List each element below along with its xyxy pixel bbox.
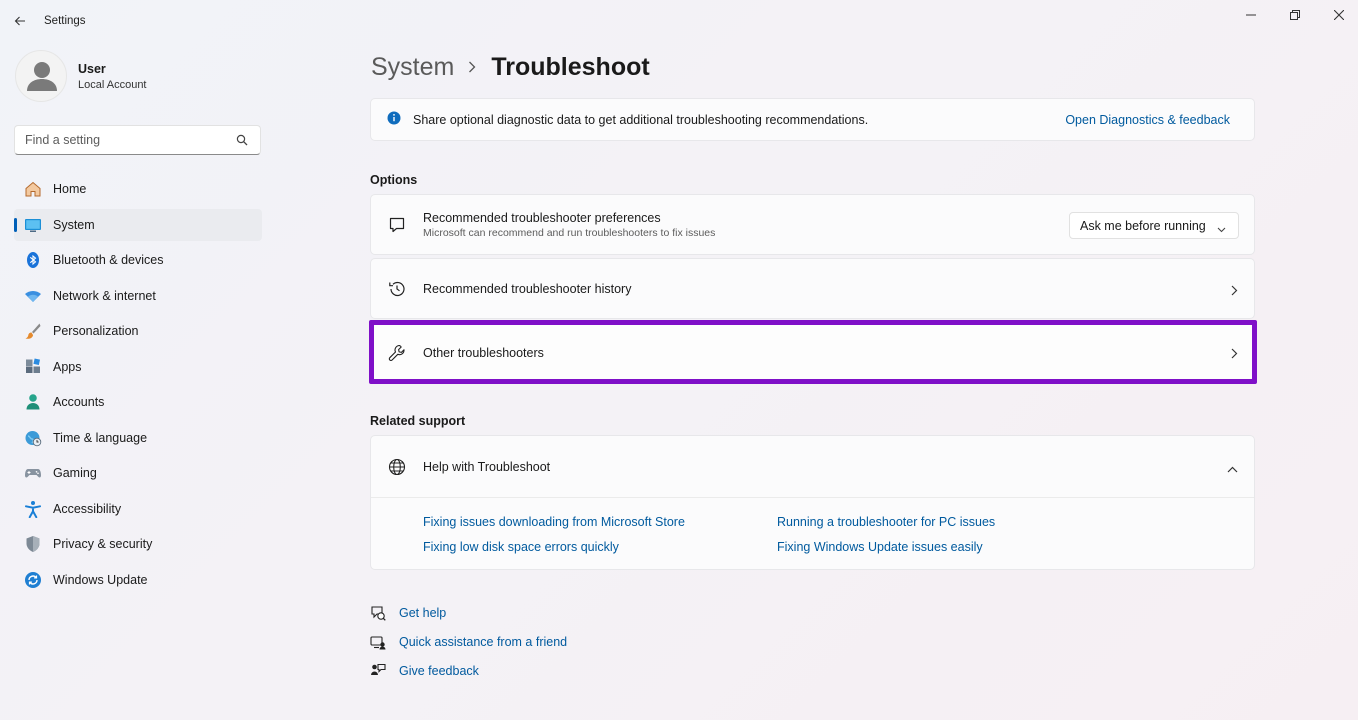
system-icon: [23, 215, 43, 235]
help-link-microsoft-store[interactable]: Fixing issues downloading from Microsoft…: [423, 515, 685, 529]
help-title: Help with Troubleshoot: [423, 459, 551, 474]
info-icon: [387, 111, 401, 128]
help-with-troubleshoot-header[interactable]: Help with Troubleshoot: [371, 436, 1254, 498]
chevron-down-icon: [1217, 222, 1226, 236]
dropdown-selected-value: Ask me before running: [1080, 218, 1206, 233]
banner-text: Share optional diagnostic data to get ad…: [413, 112, 869, 127]
app-title: Settings: [44, 15, 86, 27]
footer-links: Get help Quick assistance from a friend …: [370, 598, 567, 685]
other-troubleshooters-row[interactable]: Other troubleshooters: [370, 323, 1255, 380]
back-button[interactable]: [10, 11, 30, 31]
sidebar-item-accounts[interactable]: Accounts: [14, 386, 262, 418]
help-link-windows-update[interactable]: Fixing Windows Update issues easily: [777, 540, 983, 554]
close-icon: [1334, 10, 1344, 20]
restore-icon: [1290, 10, 1300, 20]
preferences-subtitle: Microsoft can recommend and run troubles…: [423, 227, 716, 239]
search-box[interactable]: [14, 125, 261, 155]
chevron-right-icon: [1231, 284, 1238, 299]
related-support-heading: Related support: [370, 414, 466, 428]
user-name: User: [78, 61, 106, 76]
maximize-button[interactable]: [1272, 0, 1318, 30]
accounts-icon: [23, 392, 43, 412]
search-icon[interactable]: [236, 134, 248, 149]
history-icon: [386, 278, 408, 300]
history-title: Recommended troubleshooter history: [423, 282, 632, 296]
search-input[interactable]: [25, 133, 225, 147]
sidebar-item-windows-update[interactable]: Windows Update: [14, 564, 262, 596]
open-diagnostics-link[interactable]: Open Diagnostics & feedback: [1065, 113, 1230, 127]
breadcrumb-system-link[interactable]: System: [371, 53, 454, 82]
sidebar-item-system[interactable]: System: [14, 208, 262, 241]
chevron-right-icon: [1231, 347, 1238, 362]
sidebar-item-bluetooth[interactable]: Bluetooth & devices: [14, 244, 262, 276]
sidebar-item-home[interactable]: Home: [14, 173, 262, 205]
home-icon: [23, 179, 43, 199]
sidebar-item-gaming[interactable]: Gaming: [14, 457, 262, 489]
user-avatar-icon: [27, 62, 57, 91]
minimize-icon: [1246, 14, 1256, 16]
sidebar-item-apps[interactable]: Apps: [14, 351, 262, 383]
chevron-up-icon[interactable]: [1227, 461, 1238, 476]
troubleshooter-preferences-card: Recommended troubleshooter preferences M…: [370, 194, 1255, 255]
user-profile[interactable]: User Local Account: [15, 50, 147, 102]
close-button[interactable]: [1316, 0, 1358, 30]
diagnostic-banner: Share optional diagnostic data to get ad…: [370, 98, 1255, 141]
quick-assist-icon: [370, 634, 386, 650]
quick-assist-link[interactable]: Quick assistance from a friend: [370, 627, 567, 656]
page-title: Troubleshoot: [491, 52, 650, 81]
chat-bubble-icon: [386, 214, 408, 236]
globe-icon: [386, 456, 408, 478]
options-heading: Options: [370, 173, 418, 187]
shield-icon: [23, 534, 43, 554]
title-bar: Settings: [0, 0, 1358, 42]
sidebar-item-time-language[interactable]: Time & language: [14, 422, 262, 454]
apps-icon: [23, 357, 43, 377]
brush-icon: [23, 321, 43, 341]
sidebar-item-personalization[interactable]: Personalization: [14, 315, 262, 347]
globe-clock-icon: [23, 428, 43, 448]
gamepad-icon: [23, 463, 43, 483]
troubleshooter-preference-dropdown[interactable]: Ask me before running: [1069, 212, 1239, 239]
account-type: Local Account: [78, 78, 147, 91]
preferences-title: Recommended troubleshooter preferences: [423, 211, 661, 225]
chevron-right-icon: [468, 61, 476, 73]
back-arrow-icon: [14, 16, 25, 26]
give-feedback-link[interactable]: Give feedback: [370, 656, 567, 685]
bluetooth-icon: [23, 250, 43, 270]
avatar: [15, 50, 67, 102]
minimize-button[interactable]: [1228, 0, 1274, 30]
help-link-disk-space[interactable]: Fixing low disk space errors quickly: [423, 540, 619, 554]
get-help-icon: [370, 605, 386, 621]
get-help-link[interactable]: Get help: [370, 598, 567, 627]
wifi-icon: [23, 286, 43, 306]
accessibility-icon: [23, 499, 43, 519]
help-with-troubleshoot-card: Help with Troubleshoot Fixing issues dow…: [370, 435, 1255, 570]
breadcrumb: System Troubleshoot: [371, 50, 650, 84]
sidebar-item-network[interactable]: Network & internet: [14, 280, 262, 312]
sidebar-nav: Home System Bluetooth & devices Network …: [14, 173, 262, 599]
sidebar-item-privacy[interactable]: Privacy & security: [14, 528, 262, 560]
help-link-pc-issues[interactable]: Running a troubleshooter for PC issues: [777, 515, 995, 529]
other-troubleshooters-title: Other troubleshooters: [423, 345, 544, 360]
sidebar-item-accessibility[interactable]: Accessibility: [14, 493, 262, 525]
feedback-icon: [370, 663, 386, 679]
wrench-icon: [386, 342, 408, 364]
troubleshooter-history-row[interactable]: Recommended troubleshooter history: [370, 258, 1255, 319]
update-icon: [23, 570, 43, 590]
